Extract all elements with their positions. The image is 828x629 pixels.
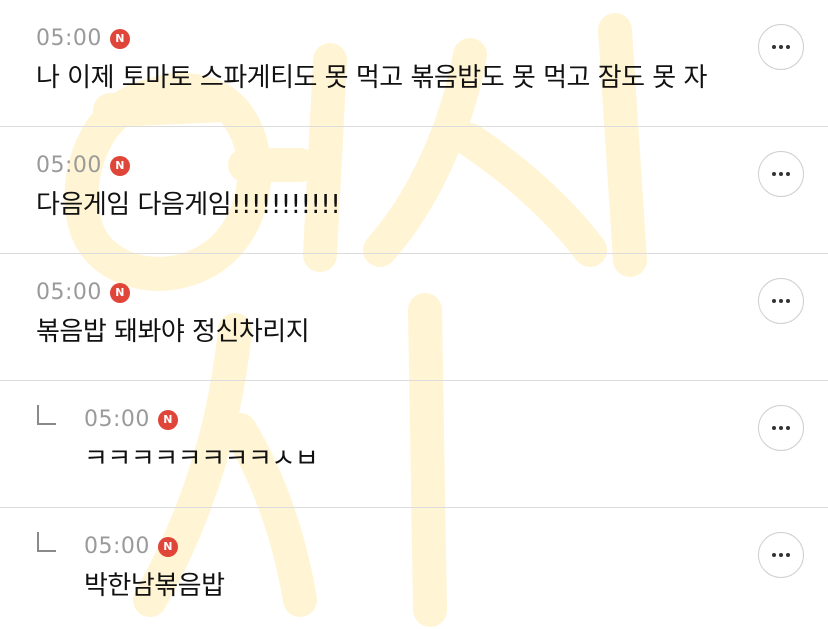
dot-icon: [786, 426, 790, 430]
new-badge: N: [109, 29, 130, 49]
comment-list-screen: 05:00 N 나 이제 토마토 스파게티도 못 먹고 볶음밥도 못 먹고 잠도…: [0, 0, 828, 629]
more-options-button[interactable]: [758, 278, 804, 324]
reply-item: 05:00 N ㅋㅋㅋㅋㅋㅋㅋㅋㅅㅂ: [0, 381, 828, 508]
comment-list: 05:00 N 나 이제 토마토 스파게티도 못 먹고 볶음밥도 못 먹고 잠도…: [0, 0, 828, 629]
new-badge: N: [157, 537, 178, 557]
dot-icon: [786, 45, 790, 49]
more-horizontal-icon: [772, 299, 790, 303]
comment-meta: 05:00 N: [36, 153, 130, 179]
dot-icon: [786, 553, 790, 557]
more-horizontal-icon: [772, 45, 790, 49]
more-options-button[interactable]: [758, 151, 804, 197]
comment-time: 05:00: [84, 534, 150, 559]
comment-meta: 05:00 N: [84, 407, 178, 433]
comment-time: 05:00: [36, 153, 102, 178]
comment-time: 05:00: [36, 280, 102, 305]
comment-meta: 05:00 N: [84, 534, 178, 560]
comment-text: ㅋㅋㅋㅋㅋㅋㅋㅋㅅㅂ: [84, 444, 319, 474]
reply-item: 05:00 N 박한남볶음밥: [0, 508, 828, 629]
dot-icon: [779, 299, 783, 303]
dot-icon: [779, 553, 783, 557]
dot-icon: [772, 45, 776, 49]
reply-arrow-icon: [37, 405, 56, 425]
new-badge: N: [157, 410, 178, 430]
more-horizontal-icon: [772, 553, 790, 557]
comment-time: 05:00: [36, 26, 102, 51]
reply-arrow-icon: [37, 532, 56, 552]
comment-item: 05:00 N 다음게임 다음게임!!!!!!!!!!!: [0, 127, 828, 254]
dot-icon: [772, 553, 776, 557]
dot-icon: [779, 45, 783, 49]
comment-meta: 05:00 N: [36, 280, 130, 306]
comment-time: 05:00: [84, 407, 150, 432]
dot-icon: [772, 426, 776, 430]
comment-item: 05:00 N 나 이제 토마토 스파게티도 못 먹고 볶음밥도 못 먹고 잠도…: [0, 0, 828, 127]
comment-meta: 05:00 N: [36, 26, 130, 52]
dot-icon: [772, 299, 776, 303]
more-options-button[interactable]: [758, 24, 804, 70]
dot-icon: [779, 172, 783, 176]
more-options-button[interactable]: [758, 532, 804, 578]
comment-text: 다음게임 다음게임!!!!!!!!!!!: [36, 190, 341, 220]
new-badge: N: [109, 283, 130, 303]
more-horizontal-icon: [772, 426, 790, 430]
comment-text: 박한남볶음밥: [84, 571, 225, 601]
more-horizontal-icon: [772, 172, 790, 176]
dot-icon: [786, 172, 790, 176]
dot-icon: [786, 299, 790, 303]
dot-icon: [772, 172, 776, 176]
comment-text: 나 이제 토마토 스파게티도 못 먹고 볶음밥도 못 먹고 잠도 못 자: [36, 63, 707, 93]
new-badge: N: [109, 156, 130, 176]
dot-icon: [779, 426, 783, 430]
comment-item: 05:00 N 볶음밥 돼봐야 정신차리지: [0, 254, 828, 381]
comment-text: 볶음밥 돼봐야 정신차리지: [36, 317, 310, 347]
more-options-button[interactable]: [758, 405, 804, 451]
